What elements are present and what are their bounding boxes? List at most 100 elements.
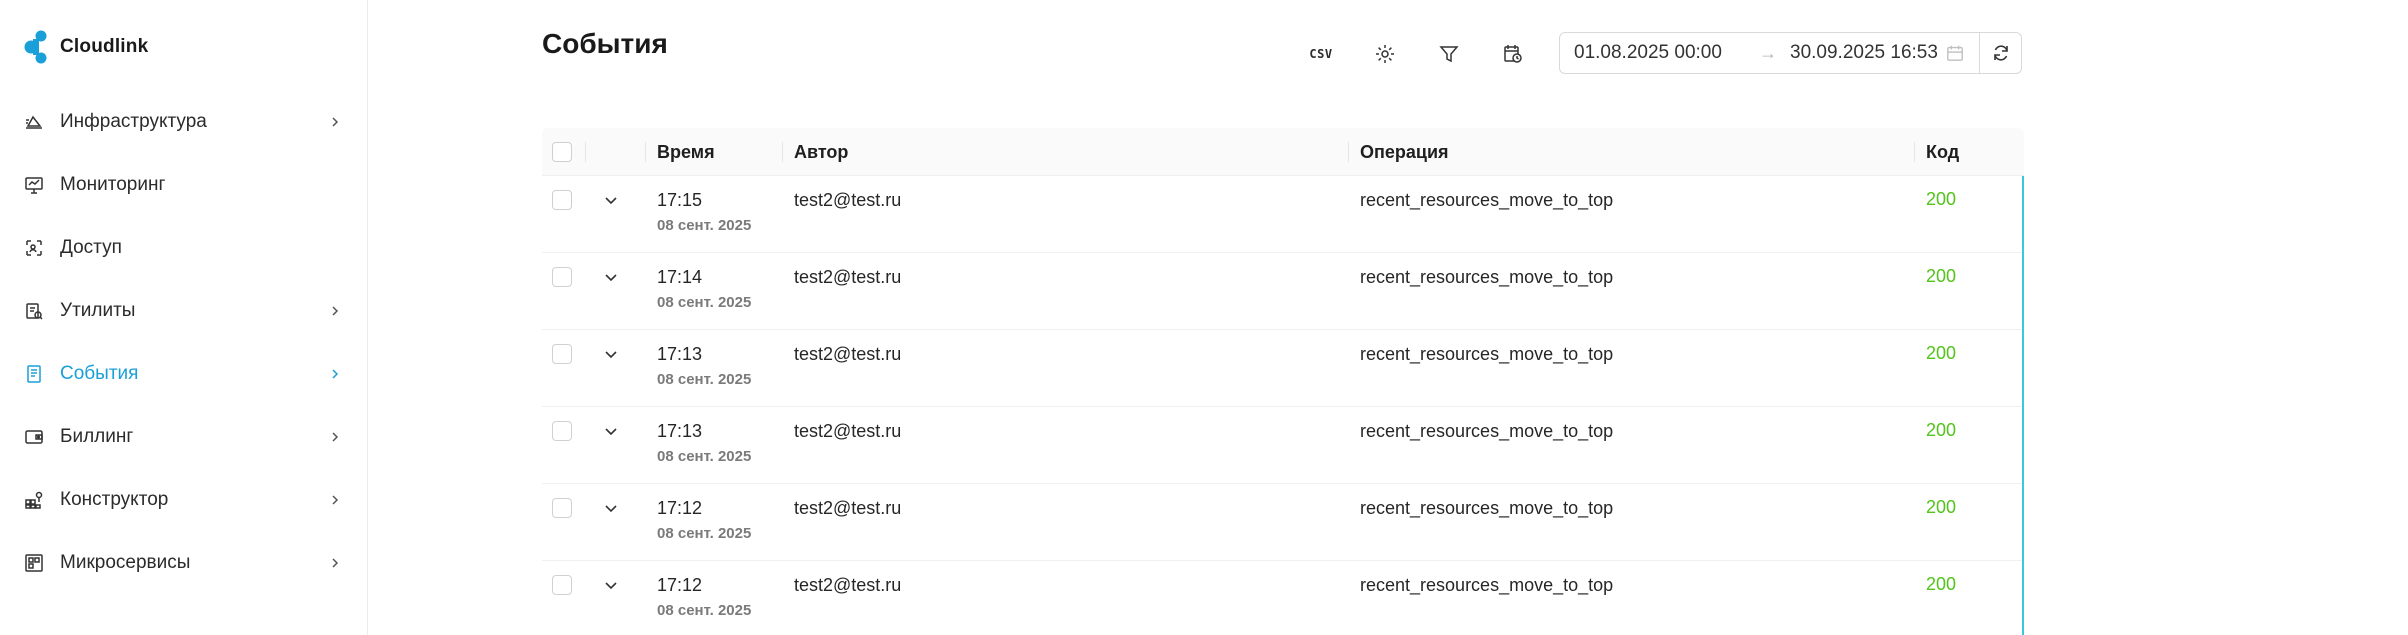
table-row[interactable]: 17:15 08 сент. 2025 test2@test.ru recent… <box>542 176 2022 253</box>
table-row[interactable]: 17:12 08 сент. 2025 test2@test.ru recent… <box>542 484 2022 561</box>
sidebar-item-label: Биллинг <box>60 426 134 447</box>
row-checkbox[interactable] <box>552 575 572 595</box>
filter-button[interactable] <box>1431 36 1467 72</box>
event-time: 17:13 <box>657 344 703 364</box>
page-title: События <box>542 28 668 59</box>
row-checkbox[interactable] <box>552 421 572 441</box>
row-checkbox[interactable] <box>552 267 572 287</box>
operation-cell: recent_resources_move_to_top <box>1360 498 1614 518</box>
expand-row-button[interactable] <box>597 498 625 518</box>
export-csv-button[interactable]: CSV <box>1303 36 1339 72</box>
events-icon <box>24 364 44 384</box>
chevron-right-icon <box>328 556 342 570</box>
column-separator[interactable] <box>1914 142 1915 162</box>
status-code: 200 <box>1926 343 1957 363</box>
sidebar-item-infrastructure[interactable]: Инфраструктура <box>24 105 342 139</box>
cloudlink-logo-icon <box>24 30 47 64</box>
expand-row-button[interactable] <box>597 575 625 595</box>
column-separator[interactable] <box>1348 142 1349 162</box>
table-row[interactable]: 17:12 08 сент. 2025 test2@test.ru recent… <box>542 561 2022 635</box>
sidebar-item-microservices[interactable]: Микросервисы <box>24 546 342 580</box>
event-date: 08 сент. 2025 <box>657 525 752 542</box>
time-cell: 17:13 08 сент. 2025 <box>657 344 751 390</box>
sidebar-item-access[interactable]: Доступ <box>24 231 342 265</box>
operation-cell: recent_resources_move_to_top <box>1360 421 1614 441</box>
refresh-button[interactable] <box>1980 32 2022 74</box>
calendar-icon <box>1945 43 1965 63</box>
sidebar-item-constructor[interactable]: Конструктор <box>24 483 342 517</box>
expand-row-button[interactable] <box>597 344 625 364</box>
author-cell: test2@test.ru <box>794 498 902 518</box>
csv-label: CSV <box>1309 47 1333 61</box>
chevron-right-icon <box>328 493 342 507</box>
event-date: 08 сент. 2025 <box>657 602 752 619</box>
column-separator[interactable] <box>782 142 783 162</box>
event-time: 17:12 <box>657 498 703 518</box>
date-range-arrow: → <box>1759 42 1777 63</box>
status-code: 200 <box>1926 497 1957 517</box>
sidebar-item-billing[interactable]: Биллинг <box>24 420 342 454</box>
row-checkbox[interactable] <box>552 344 572 364</box>
expand-row-button[interactable] <box>597 190 625 210</box>
time-cell: 17:13 08 сент. 2025 <box>657 421 751 467</box>
expand-row-button[interactable] <box>597 421 625 441</box>
sidebar-item-label: Доступ <box>60 237 122 258</box>
author-cell: test2@test.ru <box>794 190 902 210</box>
time-cell: 17:12 08 сент. 2025 <box>657 498 751 544</box>
status-code: 200 <box>1926 420 1957 440</box>
chevron-right-icon <box>328 304 342 318</box>
microservices-icon <box>24 553 44 573</box>
column-header-author[interactable]: Автор <box>794 128 848 176</box>
status-code: 200 <box>1926 266 1957 286</box>
operation-cell: recent_resources_move_to_top <box>1360 190 1614 210</box>
select-all-checkbox[interactable] <box>552 142 572 162</box>
monitor-icon <box>24 175 44 195</box>
sidebar-item-monitoring[interactable]: Мониторинг <box>24 168 342 202</box>
time-cell: 17:12 08 сент. 2025 <box>657 575 751 621</box>
expand-row-button[interactable] <box>597 267 625 287</box>
status-code: 200 <box>1926 574 1957 594</box>
event-date: 08 сент. 2025 <box>657 371 752 388</box>
app-logo[interactable]: Cloudlink <box>24 30 148 64</box>
table-row[interactable]: 17:13 08 сент. 2025 test2@test.ru recent… <box>542 407 2022 484</box>
table-row[interactable]: 17:13 08 сент. 2025 test2@test.ru recent… <box>542 330 2022 407</box>
sidebar: Cloudlink Инфраструктура Мониторинг Дост… <box>0 0 368 635</box>
date-from-input[interactable]: 01.08.2025 00:00 <box>1574 42 1752 64</box>
event-time: 17:12 <box>657 575 703 595</box>
date-range-picker[interactable]: 01.08.2025 00:00 → 30.09.2025 16:53 <box>1559 32 1980 74</box>
status-code: 200 <box>1926 189 1957 209</box>
column-header-operation[interactable]: Операция <box>1360 128 1449 176</box>
column-settings-button[interactable] <box>1367 36 1403 72</box>
column-separator <box>585 142 586 162</box>
sidebar-item-label: Конструктор <box>60 489 169 510</box>
sidebar-item-label: Мониторинг <box>60 174 166 195</box>
event-date: 08 сент. 2025 <box>657 448 752 465</box>
chevron-right-icon <box>328 430 342 444</box>
row-checkbox[interactable] <box>552 190 572 210</box>
column-separator <box>645 142 646 162</box>
utilities-icon <box>24 301 44 321</box>
column-header-code[interactable]: Код <box>1926 128 1959 176</box>
event-date: 08 сент. 2025 <box>657 294 752 311</box>
chevron-down-icon <box>605 582 617 590</box>
event-time: 17:13 <box>657 421 703 441</box>
sidebar-item-label: Инфраструктура <box>60 111 207 132</box>
table-row[interactable]: 17:14 08 сент. 2025 test2@test.ru recent… <box>542 253 2022 330</box>
table-header: Время Автор Операция Код <box>542 128 2024 176</box>
column-header-time[interactable]: Время <box>657 128 715 176</box>
sidebar-item-label: Микросервисы <box>60 552 191 573</box>
author-cell: test2@test.ru <box>794 267 902 287</box>
sidebar-item-utilities[interactable]: Утилиты <box>24 294 342 328</box>
event-date: 08 сент. 2025 <box>657 217 752 234</box>
infrastructure-icon <box>24 112 44 132</box>
schedule-button[interactable] <box>1495 36 1531 72</box>
date-to-input[interactable]: 30.09.2025 16:53 <box>1784 42 1945 64</box>
chevron-down-icon <box>605 274 617 282</box>
sidebar-item-events[interactable]: События <box>24 357 342 391</box>
select-all-cell <box>552 128 572 176</box>
row-checkbox[interactable] <box>552 498 572 518</box>
refresh-icon <box>1993 45 2008 61</box>
chevron-right-icon <box>328 115 342 129</box>
sidebar-item-label: Утилиты <box>60 300 136 321</box>
event-time: 17:14 <box>657 267 703 287</box>
